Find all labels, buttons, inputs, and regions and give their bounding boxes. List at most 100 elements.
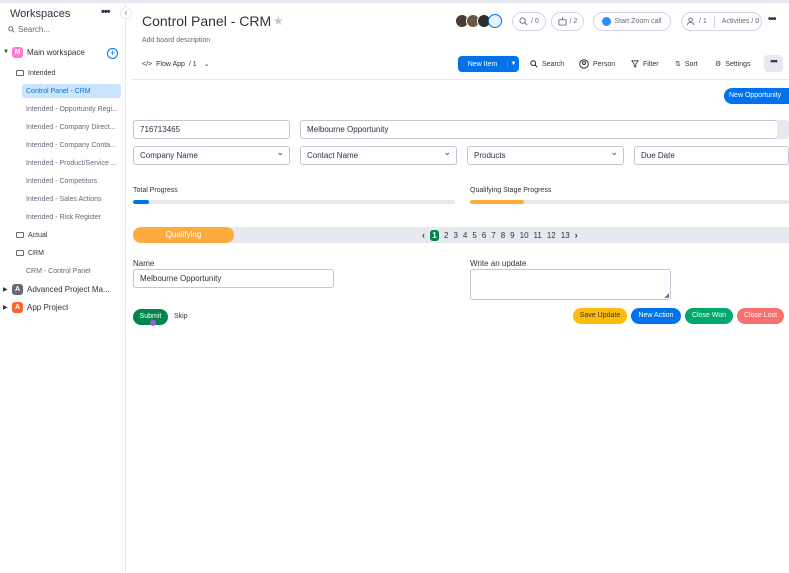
board-avatars[interactable]: [455, 14, 502, 28]
chevron-right-icon[interactable]: ›: [575, 230, 578, 240]
sort-button[interactable]: ⇅ Sort: [675, 57, 698, 71]
sidebar-folder-actual[interactable]: Actual: [16, 228, 47, 242]
qualifying-progress-label: Qualifying Stage Progress: [470, 187, 552, 194]
opportunity-name-field[interactable]: Melbourne Opportunity: [300, 120, 778, 139]
workspace-main[interactable]: ▼ M Main workspace: [3, 45, 123, 59]
sidebar-title: Workspaces: [10, 8, 71, 20]
page-5[interactable]: 5: [472, 231, 476, 240]
resize-handle-icon[interactable]: ◢: [664, 292, 669, 299]
caret-right-icon[interactable]: ▶: [3, 286, 10, 293]
id-field[interactable]: 716713465: [133, 120, 290, 139]
company-name-label: Company Name: [140, 151, 198, 160]
workspace-advanced-project[interactable]: ▶ A Advanced Project Ma...: [3, 282, 123, 296]
sidebar-item-label: Intended: [28, 69, 56, 77]
integrations-button[interactable]: / 2: [551, 12, 584, 31]
page-13[interactable]: 13: [561, 231, 570, 240]
chevron-left-icon[interactable]: ‹: [422, 230, 425, 240]
products-label: Products: [474, 151, 506, 160]
close-lost-button[interactable]: Close Lost: [737, 308, 784, 324]
search-label: Search: [542, 60, 565, 68]
zoom-label: Start Zoom call: [614, 18, 662, 25]
total-progress-bar: [133, 200, 455, 204]
page-1[interactable]: 1: [430, 229, 439, 241]
workspace-badge: M: [12, 46, 23, 58]
settings-button[interactable]: ⚙ Settings: [715, 57, 751, 71]
qualifying-progress-fill: [470, 200, 525, 204]
sidebar-item-label: Intended - Risk Register: [26, 213, 102, 221]
sidebar-folder-crm[interactable]: CRM: [16, 246, 44, 260]
update-label: Write an update: [470, 259, 527, 268]
skip-button[interactable]: Skip: [174, 313, 188, 320]
caret-right-icon[interactable]: ▶: [3, 304, 10, 311]
page-4[interactable]: 4: [463, 231, 467, 240]
updates-icon: [519, 17, 528, 26]
sidebar-item-opportunity-register[interactable]: Intended - Opportunity Regi...: [26, 102, 118, 116]
update-textarea[interactable]: ◢: [470, 269, 671, 300]
updates-button[interactable]: / 0: [512, 12, 546, 31]
new-item-button[interactable]: New Item ▼: [458, 56, 519, 72]
contact-name-select[interactable]: Contact Name: [300, 146, 457, 165]
person-filter-button[interactable]: Person: [579, 57, 615, 71]
contact-name-label: Contact Name: [307, 151, 359, 160]
add-item-icon[interactable]: +: [107, 48, 118, 59]
star-icon[interactable]: ★: [273, 14, 284, 28]
divider: [132, 79, 789, 80]
page-12[interactable]: 12: [547, 231, 556, 240]
members-activities-button[interactable]: / 1 Activities / 0: [681, 12, 762, 31]
page-3[interactable]: 3: [453, 231, 457, 240]
page-9[interactable]: 9: [510, 231, 514, 240]
sidebar-item-company-directory[interactable]: Intended - Company Direct...: [26, 120, 116, 134]
sidebar-item-company-contacts[interactable]: Intended - Company Conta...: [26, 138, 116, 152]
code-icon: </>: [142, 60, 153, 68]
due-date-field[interactable]: Due Date: [634, 146, 789, 165]
start-zoom-call-button[interactable]: Start Zoom call: [593, 12, 671, 31]
sidebar-item-risk-register[interactable]: Intended - Risk Register: [26, 210, 101, 224]
page-10[interactable]: 10: [520, 231, 529, 240]
page-7[interactable]: 7: [491, 231, 495, 240]
stage-pill[interactable]: Qualifying: [133, 227, 234, 243]
collapse-sidebar-icon[interactable]: ‹: [120, 7, 132, 19]
name-input[interactable]: Melbourne Opportunity: [133, 269, 334, 288]
sidebar-item-crm-control-panel[interactable]: CRM - Control Panel: [26, 264, 91, 278]
sidebar-item-sales-actions[interactable]: Intended - Sales Actions: [26, 192, 102, 206]
filter-button[interactable]: Filter: [631, 57, 659, 71]
close-won-button[interactable]: Close Won: [685, 308, 733, 324]
integration-avatar-icon: [488, 14, 502, 28]
sidebar-search[interactable]: Search...: [8, 25, 50, 34]
page-6[interactable]: 6: [482, 231, 486, 240]
caret-down-icon[interactable]: ▼: [3, 49, 10, 55]
sidebar-item-label: CRM: [28, 249, 44, 257]
sidebar-options-icon[interactable]: •••: [101, 6, 111, 18]
sidebar-item-label: Intended - Opportunity Regi...: [26, 105, 118, 113]
products-select[interactable]: Products: [467, 146, 624, 165]
new-action-button[interactable]: New Action: [631, 308, 681, 324]
workspace-name: Main workspace: [27, 47, 85, 57]
board-more-icon[interactable]: •••: [768, 14, 776, 25]
folder-icon: [16, 232, 24, 238]
workspace-app-project[interactable]: ▶ A App Project: [3, 300, 123, 314]
chevron-down-icon[interactable]: ⌄: [204, 60, 210, 68]
search-button[interactable]: Search: [530, 57, 564, 71]
sidebar-item-label: CRM - Control Panel: [26, 267, 91, 275]
save-update-button[interactable]: Save Update: [573, 308, 627, 324]
toolbar-more-icon[interactable]: •••: [764, 55, 783, 72]
chevron-down-icon[interactable]: ▼: [507, 61, 519, 67]
pagination: ‹ 1 2 3 4 5 6 7 8 9 10 11 12 13 ›: [422, 229, 583, 241]
sidebar-folder-intended[interactable]: Intended: [16, 66, 55, 80]
sidebar-item-competitors[interactable]: Intended - Competitors: [26, 174, 97, 188]
page-8[interactable]: 8: [501, 231, 505, 240]
page-11[interactable]: 11: [534, 231, 542, 240]
folder-icon: [16, 250, 24, 256]
sidebar-item-label: Actual: [28, 231, 48, 239]
sidebar-item-product-service[interactable]: Intended - Product/Service ...: [26, 156, 117, 170]
view-selector[interactable]: </> Flow App / 1 ⌄: [142, 57, 210, 71]
new-opportunity-button[interactable]: New Opportunity: [724, 88, 789, 104]
sidebar-item-control-panel-crm[interactable]: Control Panel - CRM: [22, 84, 121, 98]
board-description[interactable]: Add board description: [142, 37, 210, 44]
sidebar-item-label: Control Panel - CRM: [26, 87, 91, 95]
company-name-select[interactable]: Company Name: [133, 146, 290, 165]
sidebar-item-label: Intended - Sales Actions: [26, 195, 102, 203]
page-title[interactable]: Control Panel - CRM: [142, 13, 271, 29]
page-2[interactable]: 2: [444, 231, 448, 240]
sort-icon: ⇅: [675, 61, 681, 68]
